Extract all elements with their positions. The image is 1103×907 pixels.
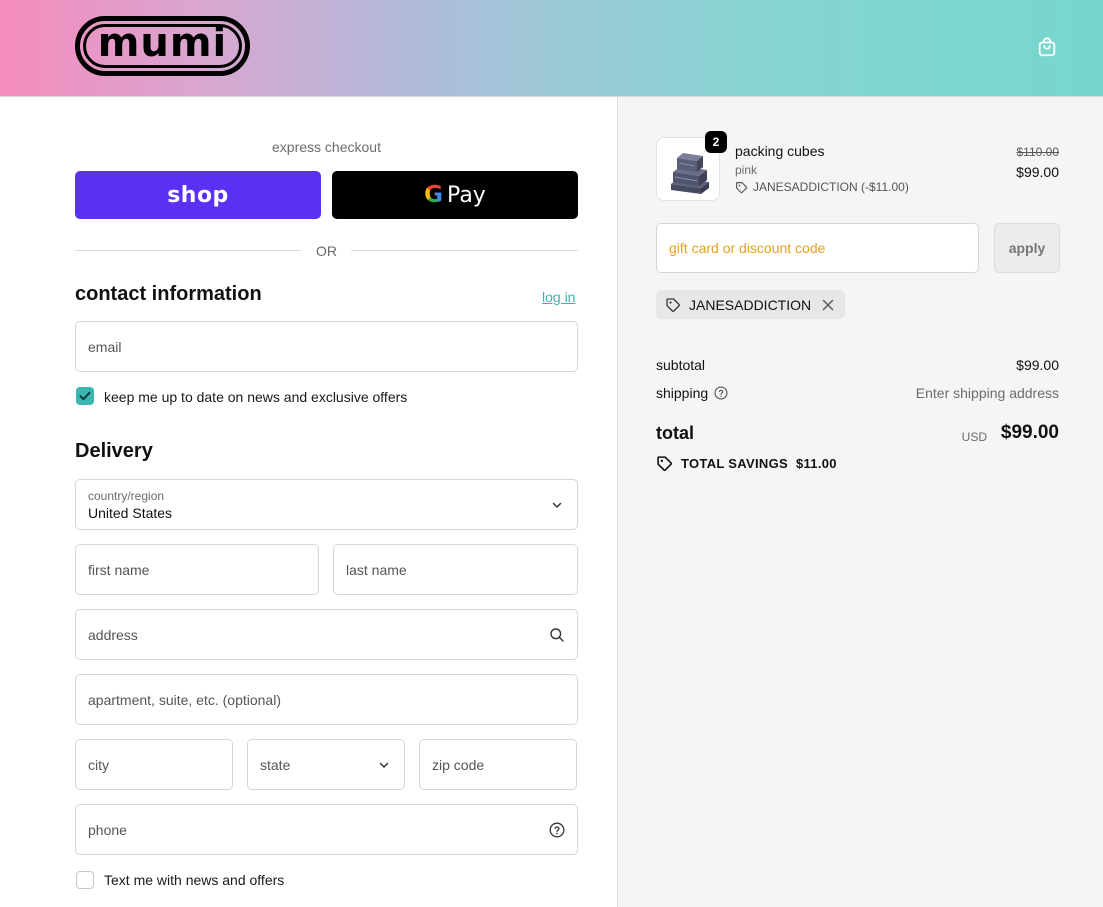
search-icon[interactable] <box>549 627 565 643</box>
last-name-field[interactable]: last name <box>333 544 578 595</box>
country-select[interactable]: country/region United States <box>75 479 578 530</box>
first-name-field[interactable]: first name <box>75 544 319 595</box>
total-savings: TOTAL SAVINGS $11.00 <box>656 455 837 472</box>
total-currency: USD <box>961 430 987 444</box>
express-checkout-label: express checkout <box>272 139 381 155</box>
last-name-placeholder: last name <box>346 561 407 578</box>
help-circle-icon[interactable] <box>714 386 728 400</box>
google-pay-button[interactable]: G Pay <box>332 171 578 219</box>
shopping-bag-icon[interactable] <box>1036 36 1058 58</box>
savings-value: $11.00 <box>795 456 837 471</box>
chevron-down-icon <box>552 502 562 508</box>
applied-discount-code: JANESADDICTION <box>689 296 812 313</box>
shipping-value: Enter shipping address <box>915 385 1059 401</box>
site-header: mumi <box>0 0 1103 97</box>
email-placeholder: email <box>88 338 122 355</box>
tag-icon <box>657 456 672 471</box>
state-placeholder: state <box>260 756 291 773</box>
total-label: total <box>656 423 694 443</box>
apply-button[interactable]: apply <box>994 223 1060 273</box>
zip-code-field[interactable]: zip code <box>419 739 577 790</box>
apartment-placeholder: apartment, suite, etc. (optional) <box>88 691 281 708</box>
savings-label: TOTAL SAVINGS <box>681 456 788 471</box>
subtotal-value: $99.00 <box>1016 357 1059 373</box>
address-placeholder: address <box>88 626 138 643</box>
delivery-section-title: Delivery <box>75 440 153 462</box>
chevron-down-icon <box>379 762 389 768</box>
google-pay-label: Pay <box>447 182 486 208</box>
google-g-icon: G <box>424 182 444 208</box>
city-placeholder: city <box>88 756 109 773</box>
phone-field[interactable]: phone <box>75 804 578 855</box>
product-variant: pink <box>735 163 758 177</box>
checkout-form: express checkout shop G Pay OR contact i… <box>0 97 617 907</box>
country-label: country/region <box>88 489 165 503</box>
phone-placeholder: phone <box>88 821 127 838</box>
state-select[interactable]: state <box>247 739 405 790</box>
shop-pay-button[interactable]: shop <box>75 171 321 219</box>
product-name: packing cubes <box>735 143 825 159</box>
close-icon[interactable] <box>821 298 835 312</box>
quantity-badge: 2 <box>705 131 727 153</box>
discount-code-placeholder: gift card or discount code <box>669 240 826 256</box>
discount-code-input[interactable]: gift card or discount code <box>656 223 979 273</box>
item-price: $99.00 <box>1016 164 1059 180</box>
sms-label: Text me with news and offers <box>104 872 285 888</box>
address-field[interactable]: address <box>75 609 578 660</box>
help-circle-icon[interactable] <box>549 822 565 838</box>
shop-pay-label: shop <box>167 182 229 208</box>
applied-discount-chip: JANESADDICTION <box>656 290 846 319</box>
original-price: $110.00 <box>1016 145 1060 159</box>
mumi-logo[interactable]: mumi <box>75 16 250 76</box>
sms-checkbox[interactable] <box>76 871 94 889</box>
total-value: $99.00 <box>1000 422 1059 443</box>
email-field[interactable]: email <box>75 321 578 372</box>
or-label: OR <box>316 243 337 259</box>
newsletter-checkbox[interactable] <box>76 387 94 405</box>
login-link[interactable]: log in <box>542 289 575 305</box>
zip-code-placeholder: zip code <box>432 756 485 773</box>
shipping-row-label: shipping <box>656 385 728 401</box>
apartment-field[interactable]: apartment, suite, etc. (optional) <box>75 674 578 725</box>
product-discount-text: JANESADDICTION (-$11.00) <box>753 180 909 194</box>
order-summary: 2 packing cubes pink JANESADDICTION (-$1… <box>617 97 1103 907</box>
city-field[interactable]: city <box>75 739 233 790</box>
country-value: United States <box>88 505 173 521</box>
newsletter-label: keep me up to date on news and exclusive… <box>104 389 408 405</box>
or-divider: OR <box>75 241 578 261</box>
checkmark-icon <box>79 391 91 401</box>
product-discount-line: JANESADDICTION (-$11.00) <box>735 180 909 194</box>
first-name-placeholder: first name <box>88 561 150 578</box>
shipping-label: shipping <box>656 385 709 401</box>
subtotal-label: subtotal <box>656 357 706 373</box>
contact-section-title: contact information <box>75 283 262 305</box>
tag-icon <box>666 297 680 312</box>
tag-icon <box>736 181 748 193</box>
logo-text: mumi <box>97 20 228 66</box>
